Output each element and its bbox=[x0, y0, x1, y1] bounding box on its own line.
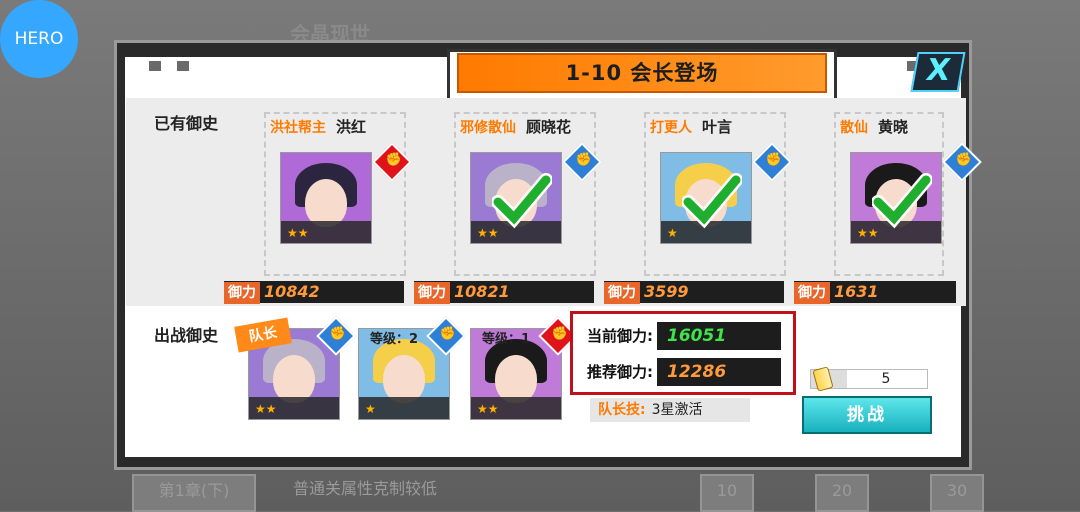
power-value: 3599 bbox=[644, 282, 689, 301]
current-power-value: 16051 bbox=[667, 326, 727, 346]
current-power-row: 当前御力: 16051 bbox=[583, 322, 781, 350]
stamina-cost-value: 5 bbox=[881, 371, 891, 387]
recommended-power-label: 推荐御力: bbox=[583, 358, 657, 386]
fist-glyph: ✊ bbox=[955, 152, 972, 168]
fist-glyph: ✊ bbox=[551, 326, 568, 342]
recommended-power-value: 12286 bbox=[667, 362, 727, 382]
team-member-level: 等级：1 bbox=[482, 332, 531, 347]
character-portrait: ★★ bbox=[280, 152, 372, 244]
power-value: 10821 bbox=[454, 282, 510, 301]
team-member-slot[interactable]: ★ 等级：2 ✊ bbox=[358, 316, 466, 424]
leader-skill-value: 3星激活 bbox=[651, 402, 703, 418]
close-icon: X bbox=[923, 53, 953, 88]
power-label: 御力 bbox=[224, 282, 260, 304]
owned-section-label: 已有御史 bbox=[154, 114, 219, 133]
decor-dot bbox=[149, 61, 161, 71]
character-name: 洪红 bbox=[336, 118, 367, 136]
character-power: 御力 10842 bbox=[224, 281, 404, 304]
fist-glyph: ✊ bbox=[575, 152, 592, 168]
character-name: 叶言 bbox=[702, 118, 733, 136]
face bbox=[383, 355, 425, 403]
reward-20[interactable]: 20 bbox=[815, 474, 869, 512]
power-value: 10842 bbox=[264, 282, 320, 301]
reward-30[interactable]: 30 bbox=[930, 474, 984, 512]
fist-glyph: ✊ bbox=[439, 326, 456, 342]
character-title: 散仙 bbox=[840, 120, 868, 136]
recommended-power-row: 推荐御力: 12286 bbox=[583, 358, 781, 386]
power-label: 御力 bbox=[414, 282, 450, 304]
character-title: 洪社帮主 bbox=[270, 120, 326, 136]
face bbox=[495, 355, 537, 403]
star-icon: ★★ bbox=[477, 402, 499, 416]
current-power-label: 当前御力: bbox=[583, 322, 657, 350]
character-title-row: 散仙 黄晓 bbox=[840, 116, 908, 137]
face bbox=[273, 355, 315, 403]
character-power: 御力 1631 bbox=[794, 281, 956, 304]
selected-check-icon bbox=[872, 173, 932, 229]
owned-character-card[interactable]: 打更人叶言等级：2★✊ bbox=[644, 112, 792, 302]
hero-badge[interactable]: HERO bbox=[0, 0, 78, 78]
star-icon: ★ bbox=[667, 226, 678, 240]
battle-section-label: 出战御史 bbox=[154, 326, 219, 345]
challenge-button[interactable]: 挑战 bbox=[802, 396, 932, 434]
character-name: 黄晓 bbox=[878, 118, 909, 136]
character-name: 顾晓花 bbox=[526, 118, 572, 136]
decor-dot bbox=[177, 61, 189, 71]
owned-character-card[interactable]: 散仙黄晓等级：1★★✊ bbox=[834, 112, 982, 302]
leader-skill: 队长技: 3星激活 bbox=[590, 398, 750, 422]
character-title-row: 洪社帮主 洪红 bbox=[270, 116, 366, 137]
dialog-title: 1-10 会长登场 bbox=[457, 53, 827, 93]
owned-character-card[interactable]: 洪社帮主洪红等级：1★★✊ bbox=[264, 112, 412, 302]
star-icon: ★★ bbox=[255, 402, 277, 416]
character-power: 御力 3599 bbox=[604, 281, 784, 304]
selected-check-icon bbox=[492, 173, 552, 229]
power-comparison: 当前御力: 16051 推荐御力: 12286 bbox=[570, 311, 796, 395]
character-title: 邪修散仙 bbox=[460, 120, 516, 136]
leader-skill-label: 队长技: bbox=[598, 402, 646, 418]
team-member-level: 等级：2 bbox=[370, 332, 419, 347]
character-title-row: 邪修散仙 顾晓花 bbox=[460, 116, 571, 137]
chapter-hint: 普通关属性克制较低 bbox=[292, 479, 437, 498]
power-label: 御力 bbox=[604, 282, 640, 304]
character-title-row: 打更人 叶言 bbox=[650, 116, 732, 137]
team-member-slot[interactable]: ★★ 等级：1 ✊ bbox=[470, 316, 578, 424]
character-title: 打更人 bbox=[650, 120, 692, 136]
fist-glyph: ✊ bbox=[329, 326, 346, 342]
power-value: 1631 bbox=[834, 282, 879, 301]
power-label: 御力 bbox=[794, 282, 830, 304]
character-power: 御力 10821 bbox=[414, 281, 594, 304]
star-icon: ★ bbox=[365, 402, 376, 416]
close-button[interactable]: X bbox=[910, 52, 966, 92]
face bbox=[305, 179, 347, 227]
reward-10[interactable]: 10 bbox=[700, 474, 754, 512]
selected-check-icon bbox=[682, 173, 742, 229]
fist-glyph: ✊ bbox=[765, 152, 782, 168]
owned-character-card[interactable]: 邪修散仙顾晓花等级：1★★✊ bbox=[454, 112, 602, 302]
chapter-button[interactable]: 第1章(下) bbox=[132, 474, 256, 512]
stamina-cost: 5 bbox=[810, 366, 928, 392]
star-icon: ★★ bbox=[287, 226, 309, 240]
fist-glyph: ✊ bbox=[385, 152, 402, 168]
